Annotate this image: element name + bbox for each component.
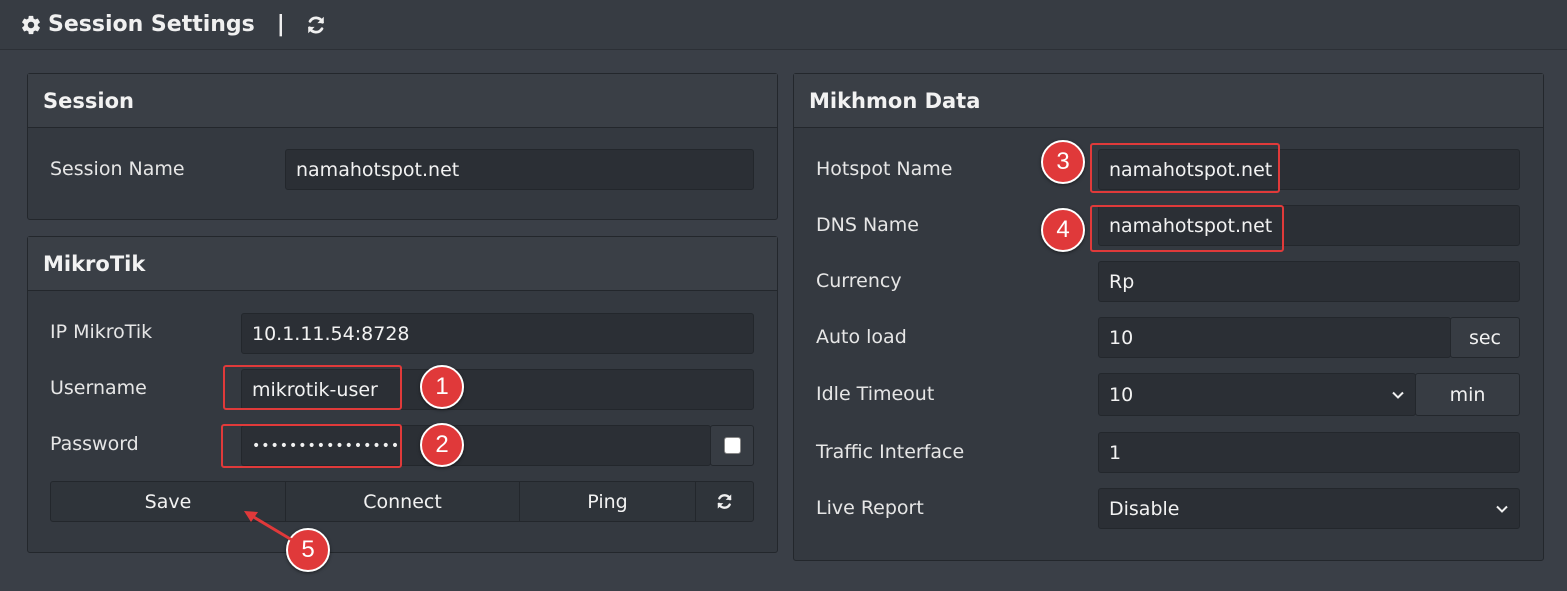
live-report-label: Live Report [816, 497, 924, 519]
username-label: Username [50, 377, 147, 399]
mikhmon-panel-title: Mikhmon Data [794, 74, 1543, 128]
ip-mikrotik-input[interactable]: 10.1.11.54:8728 [241, 313, 754, 354]
session-panel: Session [27, 73, 778, 220]
callout-arrow-icon [244, 511, 293, 542]
mikrotik-panel-title: MikroTik [28, 237, 777, 291]
ping-button[interactable]: Ping [519, 481, 696, 522]
chevron-down-icon [1392, 391, 1404, 399]
page-title: Session Settings [48, 12, 255, 37]
connect-button[interactable]: Connect [285, 481, 520, 522]
callout-badge-1: 1 [420, 365, 464, 409]
page-header: Session Settings | [0, 0, 1567, 50]
dns-name-label: DNS Name [816, 214, 919, 236]
refresh-icon[interactable] [305, 14, 327, 36]
chevron-down-icon [1496, 505, 1508, 513]
idle-timeout-select[interactable]: 10 [1098, 373, 1416, 416]
session-name-label: Session Name [50, 158, 185, 180]
ip-mikrotik-label: IP MikroTik [50, 321, 153, 343]
traffic-interface-label: Traffic Interface [816, 441, 965, 463]
hotspot-name-label: Hotspot Name [816, 158, 953, 180]
session-name-input[interactable]: namahotspot.net [285, 149, 754, 190]
reload-button[interactable] [695, 481, 754, 522]
currency-label: Currency [816, 270, 902, 292]
live-report-select[interactable]: Disable [1098, 488, 1520, 529]
show-password-checkbox[interactable] [724, 437, 741, 454]
auto-load-unit: sec [1450, 317, 1520, 358]
callout-highlight-username [223, 365, 402, 410]
idle-timeout-value: 10 [1109, 383, 1134, 406]
gear-icon [22, 15, 40, 34]
auto-load-label: Auto load [816, 326, 907, 348]
password-label: Password [50, 433, 139, 455]
refresh-icon [717, 494, 732, 509]
auto-load-input[interactable]: 10 [1098, 317, 1451, 358]
callout-badge-4: 4 [1041, 208, 1085, 252]
session-panel-title: Session [28, 74, 777, 128]
callout-highlight-hotspot-name [1090, 143, 1280, 193]
idle-timeout-unit: min [1415, 373, 1520, 416]
callout-highlight-password [221, 424, 402, 468]
traffic-interface-input[interactable]: 1 [1098, 432, 1520, 473]
currency-input[interactable]: Rp [1098, 261, 1520, 302]
show-password-toggle[interactable] [710, 425, 754, 466]
live-report-value: Disable [1109, 497, 1180, 520]
callout-badge-3: 3 [1041, 140, 1085, 184]
callout-highlight-dns-name [1090, 205, 1284, 252]
header-separator: | [276, 12, 285, 37]
callout-badge-2: 2 [420, 423, 464, 467]
idle-timeout-label: Idle Timeout [816, 383, 935, 405]
